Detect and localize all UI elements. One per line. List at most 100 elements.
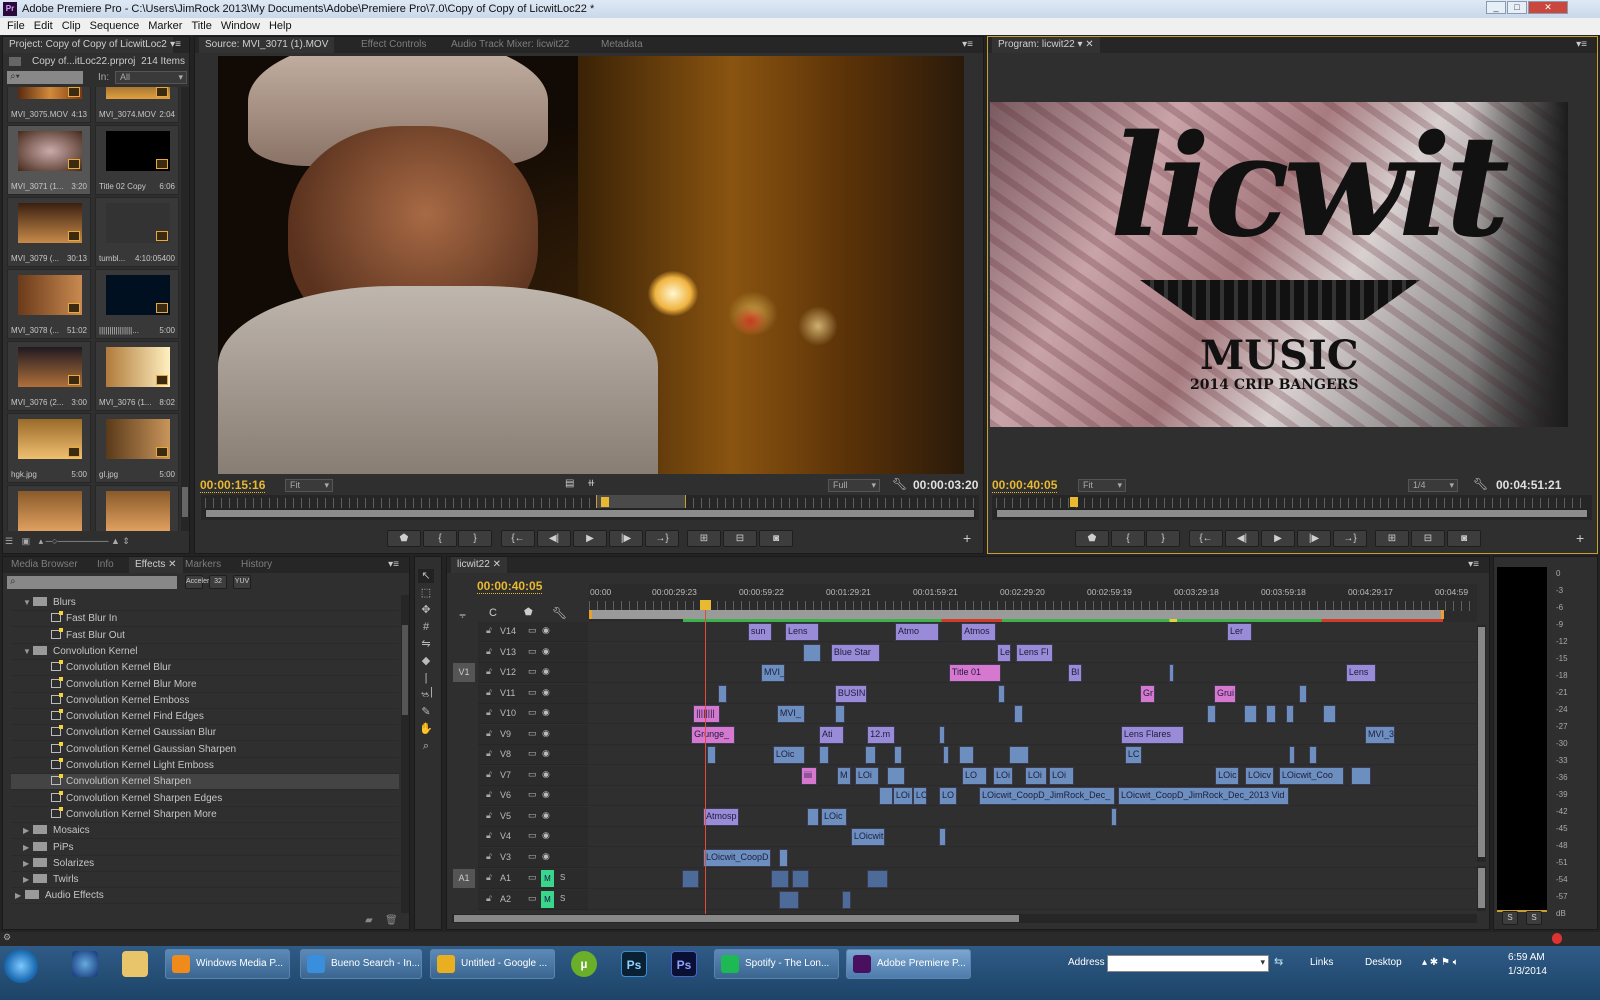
track-name[interactable]: V12 xyxy=(500,667,516,677)
menu-clip[interactable]: Clip xyxy=(62,20,81,32)
settings-wrench-icon[interactable]: 🔧︎ xyxy=(1473,477,1488,491)
list-view-icon[interactable]: ☰ xyxy=(5,536,13,546)
taskbar-item[interactable]: Untitled - Google ... xyxy=(430,949,555,979)
timeline-clip[interactable] xyxy=(1111,807,1118,826)
toggle-sync-icon[interactable]: ▭ xyxy=(528,769,537,780)
effect-folder[interactable]: ▼ Convolution Kernel xyxy=(11,644,399,660)
step-back-button[interactable]: ◀| xyxy=(537,530,571,547)
error-icon[interactable] xyxy=(1552,933,1562,944)
panel-menu-icon[interactable]: ▾≡ xyxy=(170,37,181,53)
taskbar-item[interactable]: Spotify - The Lon... xyxy=(714,949,839,979)
button-editor-plus-icon[interactable]: + xyxy=(1576,530,1584,546)
track-name[interactable]: V4 xyxy=(500,831,511,841)
project-item[interactable]: MVI_3074.MOV 2:04 xyxy=(95,87,179,123)
eye-icon[interactable]: ◉ xyxy=(542,769,550,780)
timeline-clip[interactable]: Bl xyxy=(1068,664,1082,682)
go-to-out-button[interactable]: →} xyxy=(1333,530,1367,547)
expand-triangle-icon[interactable]: ▶ xyxy=(23,823,33,839)
timeline-clip[interactable]: Grunge_ xyxy=(691,725,735,744)
menu-file[interactable]: File xyxy=(7,20,25,32)
timeline-clip[interactable] xyxy=(1265,705,1276,723)
panel-menu-icon[interactable]: ▾≡ xyxy=(1468,557,1479,573)
track-name[interactable]: V7 xyxy=(500,770,511,780)
program-zoom-scrollbar[interactable] xyxy=(996,509,1588,518)
timeline-clip[interactable]: Atmo xyxy=(894,623,940,641)
timeline-clip[interactable]: LOicwit_CoopD xyxy=(702,848,772,867)
tab-media-browser[interactable]: Media Browser xyxy=(5,557,84,573)
timeline-clip[interactable]: LOic xyxy=(772,746,806,764)
timeline-clip[interactable]: MVI_ xyxy=(776,705,806,723)
project-item[interactable] xyxy=(95,485,179,531)
timeline-clip[interactable]: LC xyxy=(1124,746,1143,764)
eye-icon[interactable]: ◉ xyxy=(542,625,550,636)
source-patch-a1[interactable]: A1 xyxy=(453,869,475,888)
marker-button[interactable]: ⬟ xyxy=(1075,530,1109,547)
timeline-clip[interactable] xyxy=(939,725,946,744)
toggle-sync-icon[interactable]: ▭ xyxy=(528,748,537,759)
track-name[interactable]: V9 xyxy=(500,729,511,739)
program-quality-dropdown[interactable]: 1/4 xyxy=(1408,479,1458,492)
track-name[interactable]: V6 xyxy=(500,790,511,800)
drag-audio-icon[interactable]: ⧺ xyxy=(587,478,595,489)
toggle-sync-icon[interactable]: ▭ xyxy=(528,851,537,862)
export-frame-button[interactable]: ◙ xyxy=(759,530,793,547)
track-name[interactable]: V10 xyxy=(500,708,516,718)
filter-32-button[interactable]: 32 xyxy=(209,575,227,589)
toggle-sync-icon[interactable]: ▭ xyxy=(528,646,537,657)
new-bin-icon[interactable]: ▰ xyxy=(365,915,373,926)
program-playhead[interactable] xyxy=(1070,497,1078,507)
pen-tool-icon[interactable]: ✎ xyxy=(418,705,434,719)
timeline-clip[interactable] xyxy=(841,890,851,909)
in-dropdown[interactable]: All xyxy=(115,71,187,84)
lock-icon[interactable]: 🔓︎ xyxy=(486,646,492,657)
timeline-clip[interactable]: LOi xyxy=(892,787,913,805)
project-item[interactable]: MVI_3075.MOV 4:13 xyxy=(7,87,91,123)
background-task-icon[interactable]: ⚙ xyxy=(3,932,11,943)
eye-icon[interactable]: ◉ xyxy=(542,851,550,862)
track-name[interactable]: V11 xyxy=(500,688,515,698)
overwrite-button[interactable]: ⊟ xyxy=(1411,530,1445,547)
timeline-clip[interactable] xyxy=(1351,766,1372,785)
eye-icon[interactable]: ◉ xyxy=(542,810,550,821)
icon-view-icon[interactable]: ▣ xyxy=(22,536,31,546)
timeline-clip[interactable]: LOicwit xyxy=(850,828,886,846)
timeline-clip[interactable]: LOic xyxy=(821,807,848,826)
effect-folder[interactable]: ▶ Mosaics xyxy=(11,823,399,840)
source-playhead-timecode[interactable]: 00:00:15:16 xyxy=(200,478,266,493)
toggle-sync-icon[interactable]: ▭ xyxy=(528,789,537,800)
project-scrollbar[interactable] xyxy=(181,87,189,531)
maximize-button[interactable]: □ xyxy=(1507,1,1527,14)
effect-item[interactable]: Convolution Kernel Light Emboss xyxy=(11,758,399,774)
taskbar-item[interactable]: Adobe Premiere P... xyxy=(846,949,971,979)
timeline-clip[interactable]: LOi xyxy=(992,766,1013,785)
lock-icon[interactable]: 🔓︎ xyxy=(486,687,492,698)
eye-icon[interactable]: ◉ xyxy=(542,707,550,718)
timeline-clip[interactable]: Title 01 xyxy=(948,664,1002,682)
photoshop-2-icon[interactable]: Ps xyxy=(671,951,697,977)
timeline-clip[interactable]: MVI_3 xyxy=(1365,725,1395,744)
mark-out-button[interactable]: } xyxy=(458,530,492,547)
minimize-button[interactable]: _ xyxy=(1486,1,1506,14)
panel-menu-icon[interactable]: ▾≡ xyxy=(388,557,399,573)
menu-sequence[interactable]: Sequence xyxy=(90,20,140,32)
mute-button[interactable]: M xyxy=(541,870,554,887)
panel-menu-icon[interactable]: ▾≡ xyxy=(962,37,973,53)
effect-item[interactable]: Convolution Kernel Gaussian Blur xyxy=(11,725,399,742)
clock-date[interactable]: 1/3/2014 xyxy=(1508,966,1547,977)
clock-time[interactable]: 6:59 AM xyxy=(1508,952,1545,963)
lock-icon[interactable]: 🔓︎ xyxy=(486,789,492,800)
timeline-clip[interactable]: LOicwit_CoopD_JimRock_Dec_2013 Vid xyxy=(1117,787,1290,805)
tab-project[interactable]: Project: Copy of Copy of LicwitLoc2 xyxy=(3,37,173,53)
rate-stretch-tool-icon[interactable]: ⇋ xyxy=(418,637,434,651)
timeline-timecode[interactable]: 00:00:40:05 xyxy=(477,579,543,594)
filter-yuv-button[interactable]: YUV xyxy=(233,575,251,589)
timeline-clip[interactable] xyxy=(771,870,790,888)
collapse-triangle-icon[interactable]: ▼ xyxy=(23,595,33,611)
timeline-clip[interactable]: LOicwit_CoopD_JimRock_Dec_ xyxy=(979,787,1116,805)
lock-icon[interactable]: 🔓︎ xyxy=(486,666,492,677)
play-button[interactable]: ▶ xyxy=(1261,530,1295,547)
timeline-clip[interactable] xyxy=(792,870,810,888)
lock-icon[interactable]: 🔓︎ xyxy=(486,625,492,636)
timeline-clip[interactable] xyxy=(997,684,1005,703)
razor-tool-icon[interactable]: ◆ xyxy=(418,654,434,668)
